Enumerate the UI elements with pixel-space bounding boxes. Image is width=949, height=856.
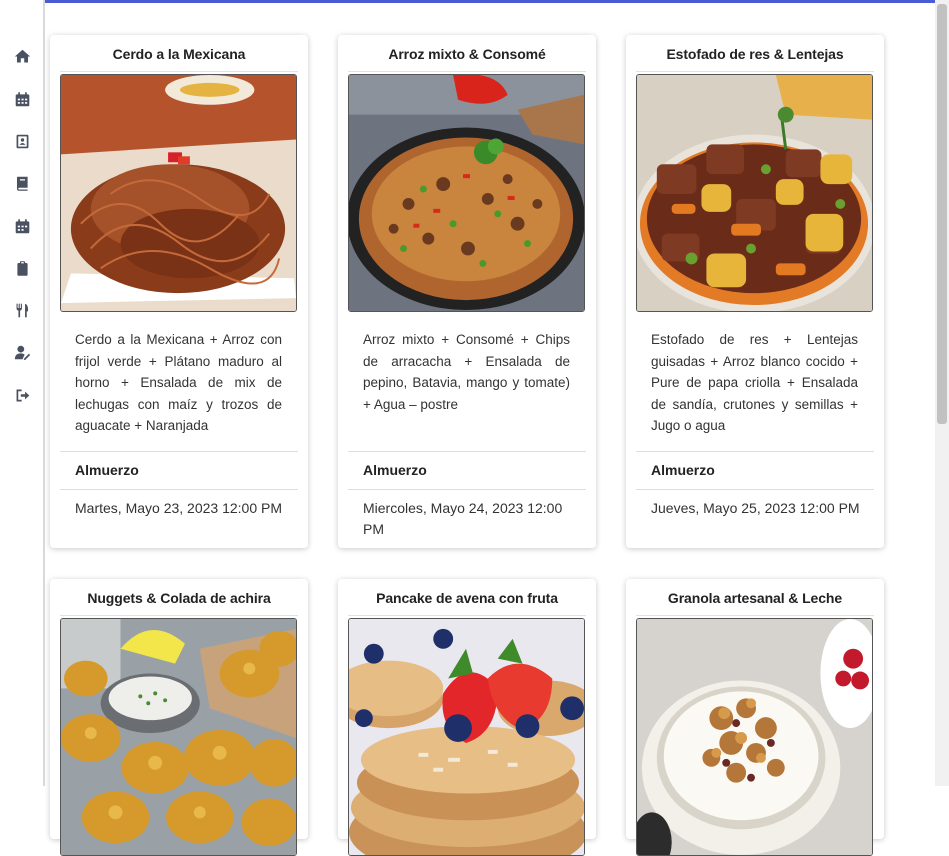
divider	[636, 451, 874, 452]
user-edit-icon[interactable]	[12, 342, 32, 362]
divider	[348, 489, 586, 490]
divider	[60, 451, 298, 452]
calendar-alt-icon[interactable]	[12, 216, 32, 236]
divider	[348, 71, 586, 72]
divider	[636, 489, 874, 490]
menu-card[interactable]: Estofado de res & Lentejas Estofado de r…	[626, 35, 884, 548]
utensils-icon[interactable]	[12, 300, 32, 320]
card-date: Miercoles, Mayo 24, 2023 12:00 PM	[363, 500, 563, 537]
divider	[60, 489, 298, 490]
calendar-icon[interactable]	[12, 89, 32, 109]
menu-card[interactable]: Pancake de avena con fruta	[338, 579, 596, 856]
contact-book-icon[interactable]	[12, 131, 32, 151]
card-title: Estofado de res & Lentejas	[666, 46, 844, 62]
card-title: Nuggets & Colada de achira	[87, 590, 271, 606]
scrollbar-thumb[interactable]	[937, 4, 947, 424]
card-description: Cerdo a la Mexicana + Arroz con frijol v…	[75, 332, 282, 433]
divider	[60, 615, 298, 616]
divider	[636, 615, 874, 616]
food-image	[60, 74, 297, 312]
food-image	[60, 618, 297, 856]
divider	[636, 71, 874, 72]
meal-type: Almuerzo	[363, 462, 427, 478]
menu-card[interactable]: Granola artesanal & Leche	[626, 579, 884, 856]
top-accent-line	[45, 0, 935, 3]
card-description: Arroz mixto + Consomé + Chips de arracac…	[363, 332, 570, 412]
card-title: Cerdo a la Mexicana	[112, 46, 246, 62]
card-description: Estofado de res + Lentejas guisadas + Ar…	[651, 332, 858, 433]
clipboard-icon[interactable]	[12, 258, 32, 278]
card-date: Martes, Mayo 23, 2023 12:00 PM	[75, 500, 282, 516]
food-image	[348, 74, 585, 312]
book-icon[interactable]	[12, 173, 32, 193]
food-image	[636, 74, 873, 312]
sign-out-icon[interactable]	[12, 385, 32, 405]
divider	[348, 615, 586, 616]
menu-card[interactable]: Cerdo a la Mexicana Cerdo a la Mexicana …	[50, 35, 308, 548]
meal-type: Almuerzo	[75, 462, 139, 478]
card-date: Jueves, Mayo 25, 2023 12:00 PM	[651, 500, 860, 516]
home-icon[interactable]	[12, 46, 32, 66]
card-title: Arroz mixto & Consomé	[388, 46, 546, 62]
divider	[348, 451, 586, 452]
menu-card[interactable]: Arroz mixto & Consomé Arroz mixto + Cons…	[338, 35, 596, 548]
card-title: Pancake de avena con fruta	[376, 590, 558, 606]
food-image	[636, 618, 873, 856]
divider	[60, 71, 298, 72]
meal-type: Almuerzo	[651, 462, 715, 478]
food-image	[348, 618, 585, 856]
menu-card[interactable]: Nuggets & Colada de achira	[50, 579, 308, 856]
sidebar	[0, 0, 45, 786]
card-title: Granola artesanal & Leche	[667, 590, 843, 606]
